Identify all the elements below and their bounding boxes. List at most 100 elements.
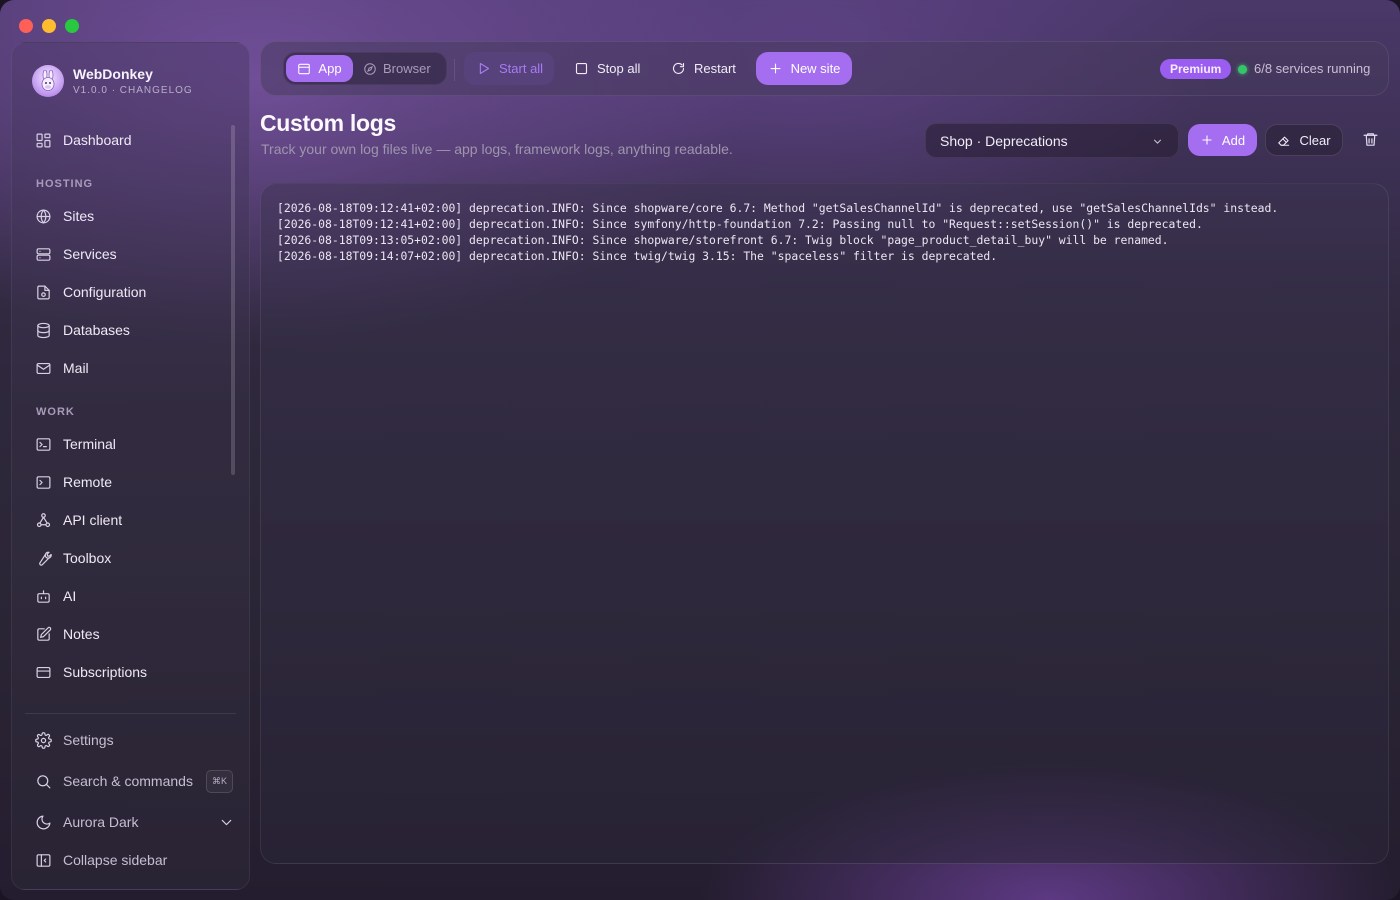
app-version-changelog[interactable]: V1.0.0 · CHANGELOG (73, 85, 193, 96)
credit-card-icon (36, 666, 51, 678)
start-all-button[interactable]: Start all (464, 52, 554, 85)
trash-icon[interactable] (1362, 131, 1379, 148)
toolbar-separator (454, 59, 455, 81)
wrench-icon (39, 551, 52, 566)
log-source-select[interactable]: Shop · Deprecations (925, 123, 1179, 158)
restart-icon (673, 62, 685, 74)
compass-icon (364, 62, 376, 75)
sidebar-item-label: Databases (63, 322, 130, 338)
log-line: [2026-08-18T09:13:05+02:00] deprecation.… (277, 233, 1169, 247)
sidebar-item-label: Toolbox (63, 550, 112, 566)
premium-badge[interactable]: Premium (1160, 59, 1232, 79)
sidebar-item-configuration[interactable]: Configuration (35, 280, 146, 304)
sidebar-item-sites[interactable]: Sites (35, 204, 94, 228)
globe-icon (36, 209, 51, 223)
robot-icon (37, 589, 50, 603)
api-client-icon (36, 512, 51, 527)
close-window-button[interactable] (19, 19, 33, 33)
plus-icon (1202, 135, 1212, 145)
sidebar-item-settings[interactable]: Settings (35, 728, 114, 752)
top-toolbar: App Browser Start all Stop all Restart N… (260, 41, 1389, 96)
eraser-icon (1278, 136, 1290, 146)
stop-all-label: Stop all (597, 61, 641, 76)
shortcut-badge: ⌘K (205, 769, 233, 793)
log-line: [2026-08-18T09:12:41+02:00] deprecation.… (277, 201, 1279, 215)
sidebar-divider (25, 713, 236, 714)
sidebar-item-notes[interactable]: Notes (35, 622, 100, 646)
chevron-down-icon (1153, 139, 1162, 144)
restart-button[interactable]: Restart (671, 52, 736, 85)
section-label-work: WORK (36, 406, 75, 418)
app-name: WebDonkey (73, 66, 153, 82)
sidebar-item-terminal[interactable]: Terminal (35, 432, 116, 456)
sidebar-item-label: Collapse sidebar (63, 852, 168, 868)
zoom-window-button[interactable] (65, 19, 79, 33)
app-window: WebDonkey V1.0.0 · CHANGELOG Dashboard H… (0, 0, 1400, 900)
play-icon (479, 62, 490, 75)
sidebar-item-label: Notes (63, 626, 100, 642)
log-line: [2026-08-18T09:14:07+02:00] deprecation.… (277, 249, 998, 263)
sidebar-item-mail[interactable]: Mail (35, 356, 89, 380)
sidebar-item-label: AI (63, 588, 77, 604)
sidebar-item-databases[interactable]: Databases (35, 318, 130, 342)
page-title: Custom logs (260, 110, 396, 136)
sidebar-item-label: Terminal (63, 436, 116, 452)
sidebar-item-label: Dashboard (63, 132, 132, 148)
new-site-label: New site (790, 61, 841, 76)
stop-icon (575, 62, 588, 75)
sidebar-item-label: Services (63, 246, 117, 262)
new-site-button[interactable]: New site (756, 52, 852, 85)
sidebar-scrollbar[interactable] (231, 125, 235, 475)
search-icon (37, 774, 51, 788)
tab-browser[interactable]: Browser (363, 55, 443, 82)
tab-browser-label: Browser (383, 61, 431, 76)
sidebar-item-dashboard[interactable]: Dashboard (35, 128, 132, 152)
sidebar-item-label: Remote (63, 474, 113, 490)
log-line: [2026-08-18T09:12:41+02:00] deprecation.… (277, 217, 1203, 231)
section-label-hosting: HOSTING (36, 178, 94, 190)
app-window-icon (298, 63, 311, 74)
sidebar-item-label: Configuration (63, 284, 147, 300)
sidebar: WebDonkey V1.0.0 · CHANGELOG Dashboard H… (11, 42, 250, 890)
terminal-icon (36, 437, 51, 451)
minimize-window-button[interactable] (42, 19, 56, 33)
sidebar-collapse-icon (36, 853, 51, 867)
collapse-sidebar-button[interactable]: Collapse sidebar (35, 848, 167, 872)
dashboard-icon (36, 133, 51, 147)
sidebar-item-label: API client (63, 512, 123, 528)
sidebar-item-services[interactable]: Services (35, 242, 117, 266)
sidebar-item-label: Mail (63, 360, 89, 376)
clear-log-button[interactable]: Clear (1265, 124, 1343, 156)
donkey-logo-icon (32, 65, 64, 97)
database-icon (37, 322, 50, 338)
plus-icon (770, 63, 780, 74)
services-status[interactable]: 6/8 services running (1254, 61, 1370, 76)
mail-icon (36, 362, 51, 374)
stop-all-button[interactable]: Stop all (574, 52, 640, 85)
sidebar-item-remote[interactable]: Remote (35, 470, 112, 494)
sidebar-item-api-client[interactable]: API client (35, 508, 122, 532)
chevron-down-icon (221, 819, 232, 825)
status-indicator (1238, 65, 1247, 74)
window-controls (19, 19, 79, 33)
sidebar-item-search-commands[interactable]: Search & commands ⌘K (35, 769, 233, 793)
sidebar-item-label: Subscriptions (63, 664, 148, 680)
restart-label: Restart (694, 61, 736, 76)
start-all-label: Start all (499, 61, 544, 76)
brand[interactable]: WebDonkey V1.0.0 · CHANGELOG (32, 65, 193, 97)
clear-log-label: Clear (1299, 132, 1331, 148)
log-output-panel[interactable]: [2026-08-18T09:12:41+02:00] deprecation.… (260, 183, 1389, 864)
sidebar-item-subscriptions[interactable]: Subscriptions (35, 660, 147, 684)
theme-selector[interactable]: Aurora Dark (35, 810, 235, 834)
sidebar-item-toolbox[interactable]: Toolbox (35, 546, 111, 570)
tab-app-label: App (318, 61, 342, 76)
sidebar-item-label: Settings (63, 732, 114, 748)
gear-icon (35, 731, 52, 749)
config-file-icon (37, 285, 50, 299)
theme-label: Aurora Dark (63, 814, 139, 830)
moon-icon (36, 815, 51, 829)
add-log-button[interactable]: Add (1188, 124, 1257, 156)
sidebar-item-ai[interactable]: AI (35, 584, 76, 608)
server-icon (36, 247, 51, 261)
tab-app[interactable]: App (286, 55, 353, 82)
